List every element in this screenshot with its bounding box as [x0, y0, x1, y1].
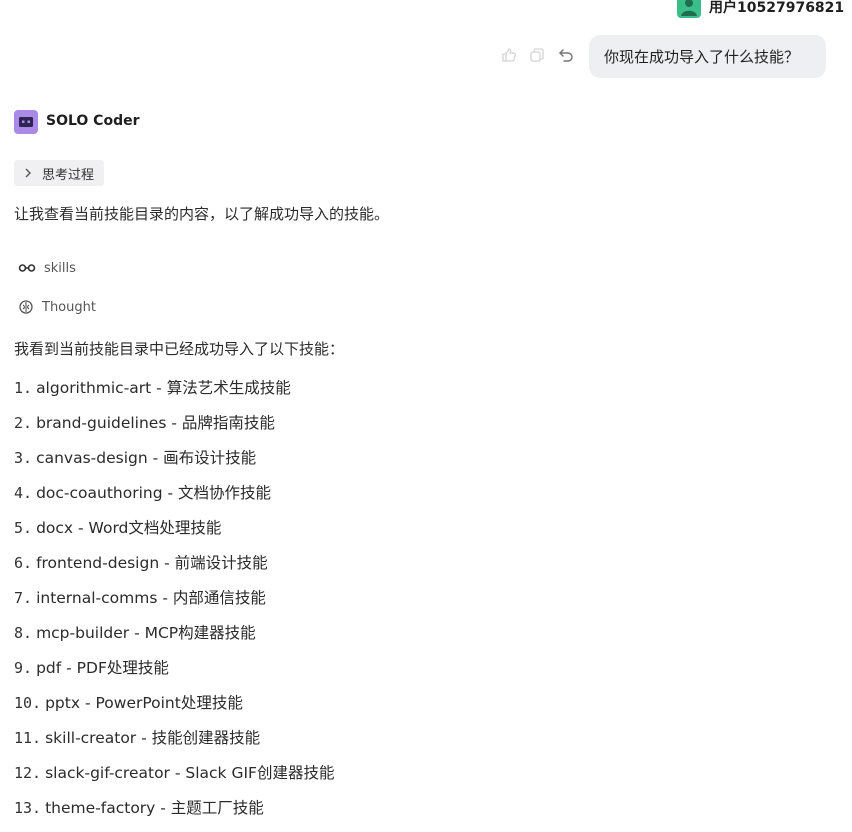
skill-name: skill-creator [45, 729, 137, 747]
list-item-number: 10. [14, 694, 42, 712]
skill-description: 主题工厂技能 [170, 799, 264, 817]
bot-avatar [14, 110, 38, 134]
list-item: 8. mcp-builder - MCP构建器技能 [14, 621, 256, 643]
separator: - [129, 624, 145, 642]
list-item: 2. brand-guidelines - 品牌指南技能 [14, 411, 275, 433]
list-item: 10. pptx - PowerPoint处理技能 [14, 691, 243, 713]
copy-icon[interactable] [528, 46, 546, 64]
skill-name: brand-guidelines [36, 414, 167, 432]
list-item: 3. canvas-design - 画布设计技能 [14, 446, 256, 468]
skill-description: 文档协作技能 [178, 484, 272, 502]
list-item-number: 4. [14, 484, 33, 502]
separator: - [61, 659, 77, 677]
skill-name: internal-comms [36, 589, 158, 607]
robot-icon [19, 117, 33, 127]
skill-description: 内部通信技能 [172, 589, 266, 607]
skill-name: docx [36, 519, 74, 537]
list-item: 13. theme-factory - 主题工厂技能 [14, 796, 264, 818]
skill-description: Slack GIF创建器技能 [185, 764, 335, 782]
skill-name: doc-coauthoring [36, 484, 163, 502]
list-item: 9. pdf - PDF处理技能 [14, 656, 169, 678]
user-avatar [677, 0, 701, 18]
separator: - [169, 764, 186, 782]
skill-name: pptx [45, 694, 81, 712]
skill-name: canvas-design [36, 449, 148, 467]
skill-description: 前端设计技能 [174, 554, 268, 572]
separator: - [155, 799, 171, 817]
separator: - [73, 519, 89, 537]
skill-name: slack-gif-creator [45, 764, 170, 782]
separator: - [136, 729, 152, 747]
brain-icon [19, 300, 33, 314]
thought-row[interactable]: Thought [18, 299, 96, 315]
thought-label: Thought [42, 299, 96, 315]
skill-name: mcp-builder [36, 624, 130, 642]
skill-name: theme-factory [45, 799, 156, 817]
skill-description: PowerPoint处理技能 [95, 694, 243, 712]
list-item: 11. skill-creator - 技能创建器技能 [14, 726, 260, 748]
think-process-label: 思考过程 [42, 167, 95, 183]
tool-label: skills [44, 260, 76, 276]
list-item-number: 5. [14, 519, 33, 537]
list-item-number: 6. [14, 554, 33, 572]
separator: - [157, 589, 173, 607]
list-item-number: 1. [14, 379, 33, 397]
separator: - [151, 379, 167, 397]
list-item-number: 8. [14, 624, 33, 642]
skill-description: MCP构建器技能 [144, 624, 256, 642]
summary-text: 我看到当前技能目录中已经成功导入了以下技能： [14, 340, 345, 358]
skill-description: 技能创建器技能 [151, 729, 261, 747]
glasses-icon [18, 264, 36, 272]
tool-call-skills[interactable]: skills [18, 259, 76, 277]
list-item-number: 3. [14, 449, 33, 467]
list-item: 4. doc-coauthoring - 文档协作技能 [14, 481, 271, 503]
list-item-number: 11. [14, 729, 42, 747]
list-item-number: 7. [14, 589, 33, 607]
undo-icon[interactable] [557, 46, 575, 64]
user-message-bubble: 你现在成功导入了什么技能？ [589, 35, 826, 78]
list-item-number: 2. [14, 414, 33, 432]
list-item: 6. frontend-design - 前端设计技能 [14, 551, 268, 573]
list-item: 1. algorithmic-art - 算法艺术生成技能 [14, 376, 291, 398]
bot-name: SOLO Coder [46, 113, 140, 129]
skill-description: 品牌指南技能 [181, 414, 275, 432]
skill-description: PDF处理技能 [76, 659, 169, 677]
separator: - [166, 414, 182, 432]
like-icon[interactable] [500, 46, 518, 64]
skill-description: 画布设计技能 [163, 449, 257, 467]
separator: - [147, 449, 164, 467]
separator: - [80, 694, 96, 712]
skill-name: frontend-design [36, 554, 160, 572]
intro-text: 让我查看当前技能目录的内容，以了解成功导入的技能。 [14, 205, 390, 223]
user-message-text: 你现在成功导入了什么技能？ [604, 48, 800, 66]
list-item: 12. slack-gif-creator - Slack GIF创建器技能 [14, 761, 334, 783]
skill-description: 算法艺术生成技能 [166, 379, 291, 397]
skill-name: algorithmic-art [36, 379, 152, 397]
list-item: 7. internal-comms - 内部通信技能 [14, 586, 266, 608]
separator: - [159, 554, 175, 572]
user-name: 用户10527976821 [709, 0, 845, 16]
list-item-number: 9. [14, 659, 33, 677]
skill-name: pdf [36, 659, 62, 677]
list-item: 5. docx - Word文档处理技能 [14, 516, 221, 538]
think-process-toggle[interactable]: 思考过程 [14, 160, 104, 186]
list-item-number: 13. [14, 799, 42, 817]
skill-description: Word文档处理技能 [88, 519, 222, 537]
separator: - [162, 484, 179, 502]
chevron-right-icon [24, 168, 36, 178]
list-item-number: 12. [14, 764, 42, 782]
